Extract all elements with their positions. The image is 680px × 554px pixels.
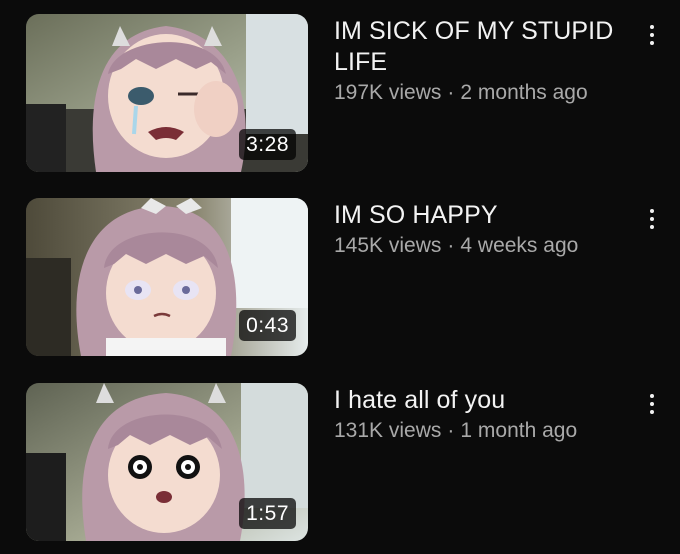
video-meta: 131K views · 1 month ago xyxy=(334,418,624,444)
video-title[interactable]: IM SO HAPPY xyxy=(334,200,624,231)
video-info: I hate all of you 131K views · 1 month ago xyxy=(334,385,624,444)
video-info: IM SO HAPPY 145K views · 4 weeks ago xyxy=(334,200,624,259)
meta-separator: · xyxy=(447,234,455,257)
video-duration: 3:28 xyxy=(239,129,296,160)
meta-separator: · xyxy=(447,419,455,442)
meta-separator: · xyxy=(447,81,455,104)
upload-age: 2 months ago xyxy=(460,81,588,104)
view-count: 197K views xyxy=(334,81,442,104)
more-vertical-icon[interactable] xyxy=(638,18,666,52)
video-meta: 197K views · 2 months ago xyxy=(334,80,624,106)
video-thumbnail[interactable]: 0:43 xyxy=(26,198,308,356)
video-info: IM SICK OF MY STUPID LIFE 197K views · 2 m… xyxy=(334,16,624,106)
view-count: 131K views xyxy=(334,419,442,442)
upload-age: 4 weeks ago xyxy=(460,234,579,257)
upload-age: 1 month ago xyxy=(460,419,578,442)
more-vertical-icon[interactable] xyxy=(638,387,666,421)
video-item[interactable]: 1:57 I hate all of you 131K views · 1 mont… xyxy=(0,383,680,543)
video-list: 3:28 IM SICK OF MY STUPID LIFE 197K view… xyxy=(0,0,680,554)
video-item[interactable]: 0:43 IM SO HAPPY 145K views · 4 weeks ago xyxy=(0,198,680,358)
video-duration: 0:43 xyxy=(239,310,296,341)
video-meta: 145K views · 4 weeks ago xyxy=(334,233,624,259)
video-duration: 1:57 xyxy=(239,498,296,529)
video-item[interactable]: 3:28 IM SICK OF MY STUPID LIFE 197K view… xyxy=(0,14,680,174)
video-title[interactable]: I hate all of you xyxy=(334,385,624,416)
video-title[interactable]: IM SICK OF MY STUPID LIFE xyxy=(334,16,624,78)
video-thumbnail[interactable]: 1:57 xyxy=(26,383,308,541)
video-thumbnail[interactable]: 3:28 xyxy=(26,14,308,172)
more-vertical-icon[interactable] xyxy=(638,202,666,236)
view-count: 145K views xyxy=(334,234,442,257)
